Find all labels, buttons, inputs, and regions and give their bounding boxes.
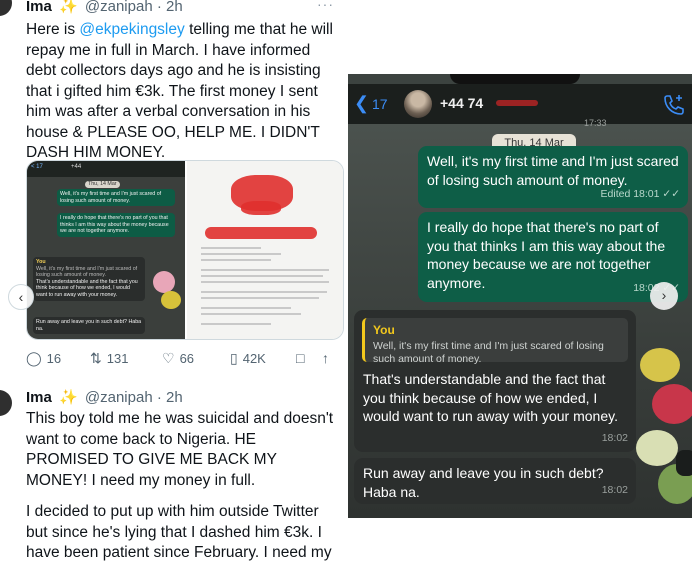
redaction-bar — [205, 227, 317, 239]
views-count: 42K — [242, 351, 266, 366]
message-meta: 18:02 — [601, 483, 628, 496]
doc-line — [201, 247, 261, 249]
doc-line — [201, 291, 327, 293]
author-handle[interactable]: @zanipah · 2h — [85, 0, 183, 15]
mini-message-1: Well, it's my first time and I'm just sc… — [57, 189, 175, 207]
back-count[interactable]: 17 — [372, 96, 388, 112]
media-prev-button[interactable]: ‹ — [8, 284, 34, 310]
message-incoming-2[interactable]: Run away and leave you in such debt? Hab… — [354, 458, 636, 504]
tweet-text-paragraph-1: This boy told me he was suicidal and doe… — [26, 410, 334, 489]
like-count: 66 — [179, 351, 195, 366]
clipped-time: 17:33 — [584, 118, 607, 128]
mini-contact: +44 — [71, 164, 82, 170]
bookmark-button[interactable]: □ — [296, 350, 309, 366]
message-text: Run away and leave you in such debt? Hab… — [363, 465, 604, 500]
chevron-right-icon: › — [661, 287, 667, 303]
doc-line — [201, 259, 271, 261]
quote-text: Well, it's my first time and I'm just sc… — [373, 339, 604, 365]
media-chat-thumbnail[interactable]: < 17 +44 Thu, 14 Mar Well, it's my first… — [27, 161, 185, 339]
message-text: That's understandable and the fact that … — [363, 371, 618, 424]
reply-button[interactable]: ◯ 16 — [26, 350, 61, 367]
author-handle[interactable]: @zanipah · 2h — [85, 389, 183, 406]
like-button[interactable]: ♡ 66 — [162, 350, 194, 367]
author-name[interactable]: Ima — [26, 0, 52, 15]
mini-back: < 17 — [31, 164, 43, 170]
contact-avatar[interactable] — [404, 90, 432, 118]
share-button[interactable]: ↑ — [322, 350, 334, 366]
chat-screenshot: ❮ 17 +44 74 17:33 Thu, 14 Mar Well, it's… — [348, 74, 692, 518]
contact-name[interactable]: +44 74 — [440, 95, 483, 111]
mini-quote-text: Well, it's my first time and I'm just sc… — [36, 265, 138, 279]
doc-line — [201, 281, 329, 283]
tweet-header: Ima ✨ @zanipah · 2h — [26, 0, 183, 15]
redaction-bar — [496, 100, 538, 106]
tweet-2[interactable]: Ima ✨ @zanipah · 2h This boy told me he … — [0, 378, 340, 564]
views-icon: ▯ — [230, 350, 238, 366]
phone-notch — [450, 74, 580, 84]
mini-message-3: You Well, it's my first time and I'm jus… — [33, 257, 145, 301]
author-name[interactable]: Ima — [26, 389, 52, 406]
doc-line — [201, 253, 281, 255]
sparkle-icon: ✨ — [59, 389, 78, 406]
mini-quote-author: You — [36, 259, 46, 265]
repost-count: 131 — [106, 351, 129, 366]
mini-chat-header: < 17 +44 — [27, 161, 185, 177]
doc-line — [201, 275, 323, 277]
mini-date: Thu, 14 Mar — [85, 181, 120, 188]
message-outgoing-1[interactable]: Well, it's my first time and I'm just sc… — [418, 146, 688, 208]
quoted-message[interactable]: You Well, it's my first time and I'm jus… — [362, 318, 628, 365]
message-outgoing-2[interactable]: I really do hope that there's no part of… — [418, 212, 688, 302]
clipped-control — [676, 450, 692, 476]
chevron-left-icon: ‹ — [18, 289, 24, 305]
repost-button[interactable]: ⇅ 131 — [90, 350, 128, 367]
mention-link[interactable]: @ekpekingsley — [79, 21, 184, 38]
sparkle-icon: ✨ — [59, 0, 78, 15]
views-button[interactable]: ▯ 42K — [230, 350, 266, 367]
flower-decoration — [161, 291, 181, 309]
flower-wallpaper — [632, 344, 692, 518]
mini-message-2: I really do hope that there's no part of… — [57, 213, 175, 237]
doc-line — [201, 323, 271, 325]
media-document-thumbnail[interactable] — [187, 161, 343, 339]
flower-decoration — [153, 271, 175, 293]
tweet-text-pre: Here is — [26, 21, 80, 38]
more-options-button[interactable]: ··· — [317, 0, 334, 12]
avatar[interactable] — [0, 0, 12, 16]
quote-author: You — [373, 323, 395, 337]
doc-line — [201, 313, 301, 315]
share-icon: ↑ — [322, 350, 329, 366]
redaction-scribble — [241, 201, 281, 215]
doc-line — [201, 297, 319, 299]
chat-header: ❮ 17 +44 74 — [348, 84, 692, 124]
mini-message-4: Run away and leave you in such debt? Hab… — [33, 317, 145, 335]
reply-count: 16 — [46, 351, 62, 366]
message-text: Well, it's my first time and I'm just sc… — [427, 153, 679, 188]
chevron-left-icon[interactable]: ❮ — [354, 93, 369, 114]
message-incoming-1[interactable]: You Well, it's my first time and I'm jus… — [354, 310, 636, 452]
media-next-button[interactable]: › — [650, 282, 678, 310]
call-add-icon[interactable] — [662, 93, 684, 115]
like-icon: ♡ — [162, 350, 175, 366]
bookmark-icon: □ — [296, 350, 305, 366]
mini-reply-text: That's understandable and the fact that … — [36, 278, 138, 298]
tweet-text-paragraph-2: I decided to put up with him outside Twi… — [26, 503, 332, 561]
message-meta: 18:02 — [601, 431, 628, 444]
doc-line — [201, 269, 329, 271]
repost-icon: ⇅ — [90, 350, 102, 366]
tweet-text-post: telling me that he will repay me in full… — [26, 21, 333, 161]
reply-icon: ◯ — [26, 350, 42, 366]
tweet-media[interactable]: < 17 +44 Thu, 14 Mar Well, it's my first… — [26, 160, 344, 340]
doc-line — [201, 307, 291, 309]
avatar[interactable] — [0, 390, 12, 416]
tweet-1[interactable]: Ima ✨ @zanipah · 2h ··· Here is @ekpekin… — [0, 0, 344, 378]
message-meta: Edited 18:01 ✓✓ — [600, 187, 680, 200]
tweet-actions: ◯ 16 ⇅ 131 ♡ 66 ▯ 42K □ ↑ — [26, 350, 332, 368]
tweet-header: Ima ✨ @zanipah · 2h — [26, 388, 183, 406]
tweet-text: Here is @ekpekingsley telling me that he… — [26, 20, 338, 164]
